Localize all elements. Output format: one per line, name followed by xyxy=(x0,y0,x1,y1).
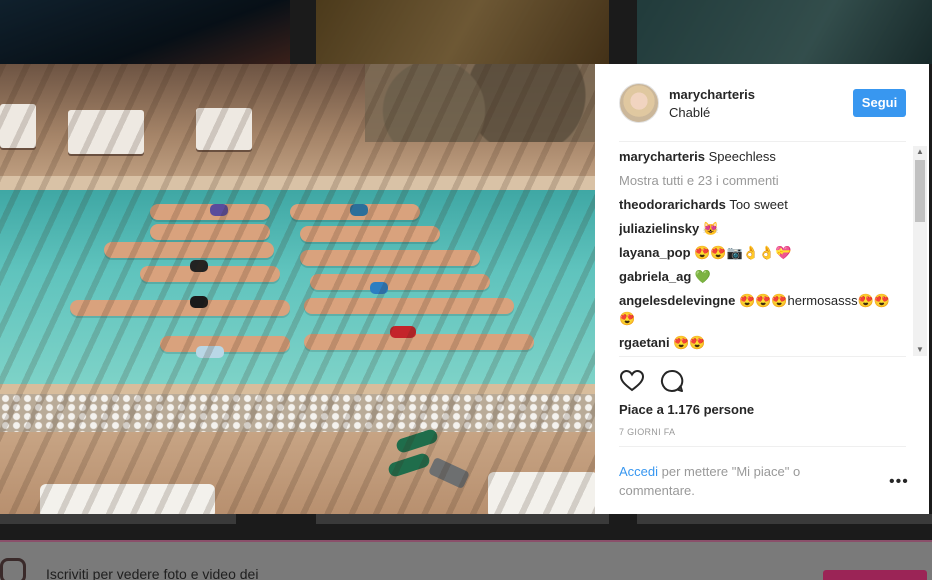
scrollbar-thumb[interactable] xyxy=(915,160,925,222)
divider xyxy=(619,356,906,357)
location-link[interactable]: Chablé xyxy=(669,105,710,120)
post-timestamp: 7 GIORNI FA xyxy=(619,427,676,437)
divider xyxy=(619,446,906,447)
caption-text: Speechless xyxy=(708,149,776,164)
feed-thumbnail[interactable] xyxy=(316,0,609,64)
feed-thumbnail[interactable] xyxy=(637,514,932,524)
comment-text: Too sweet xyxy=(729,197,788,212)
post-photo xyxy=(0,64,595,514)
instagram-logo-icon xyxy=(0,558,26,580)
post-details-panel: marycharteris Chablé Segui marycharteris… xyxy=(595,64,929,514)
comment-username[interactable]: angelesdelevingne xyxy=(619,293,735,308)
post-header: marycharteris Chablé Segui xyxy=(595,64,929,142)
avatar[interactable] xyxy=(619,83,659,123)
feed-thumbnail[interactable] xyxy=(316,514,609,524)
comments-list: marycharteris Speechless Mostra tutti e … xyxy=(619,148,906,356)
scroll-up-icon[interactable]: ▲ xyxy=(913,146,927,158)
comment-username[interactable]: layana_pop xyxy=(619,245,691,260)
follow-button[interactable]: Segui xyxy=(853,89,906,117)
signup-banner: Iscriviti per vedere foto e video dei xyxy=(0,540,932,580)
login-link[interactable]: Accedi xyxy=(619,464,658,479)
comment-username[interactable]: theodorarichards xyxy=(619,197,726,212)
feed-thumbnail[interactable] xyxy=(0,0,290,64)
comment-item: layana_pop 😍😍📷👌👌💝 xyxy=(619,244,906,262)
signup-text: Iscriviti per vedere foto e video dei xyxy=(46,566,259,580)
comment-username[interactable]: rgaetani xyxy=(619,335,670,350)
feed-thumbnail[interactable] xyxy=(0,514,236,524)
likes-count[interactable]: Piace a 1.176 persone xyxy=(619,402,754,417)
comment-text: 💚 xyxy=(694,269,712,284)
heart-icon[interactable] xyxy=(619,368,645,394)
scroll-down-icon[interactable]: ▼ xyxy=(913,344,927,356)
comment-item: rgaetani 😍😍 xyxy=(619,334,906,352)
view-all-comments-link[interactable]: Mostra tutti e 23 i commenti xyxy=(619,172,906,190)
feed-thumbnail[interactable] xyxy=(637,0,932,64)
comment-item: juliazielinsky 😻 xyxy=(619,220,906,238)
comment-text: 😻 xyxy=(702,221,720,236)
comment-username[interactable]: gabriela_ag xyxy=(619,269,691,284)
comment-item: gabriela_ag 💚 xyxy=(619,268,906,286)
comment-text: 😍😍📷👌👌💝 xyxy=(694,245,792,260)
comment-item: theodorarichards Too sweet xyxy=(619,196,906,214)
comment-icon[interactable] xyxy=(659,368,685,394)
signup-button[interactable] xyxy=(823,570,927,580)
comment-item: angelesdelevingne 😍😍😍hermosasss😍😍😍 xyxy=(619,292,906,328)
divider xyxy=(619,141,906,142)
comment-username[interactable]: juliazielinsky xyxy=(619,221,699,236)
caption: marycharteris Speechless xyxy=(619,148,906,166)
comment-text: 😍😍 xyxy=(673,335,706,350)
more-options-icon[interactable]: ••• xyxy=(889,474,909,490)
login-prompt: Accedi per mettere "Mi piace" o commenta… xyxy=(619,462,839,500)
caption-username[interactable]: marycharteris xyxy=(619,149,705,164)
comments-scrollbar[interactable]: ▲ ▼ xyxy=(913,146,927,356)
username-link[interactable]: marycharteris xyxy=(669,87,755,102)
